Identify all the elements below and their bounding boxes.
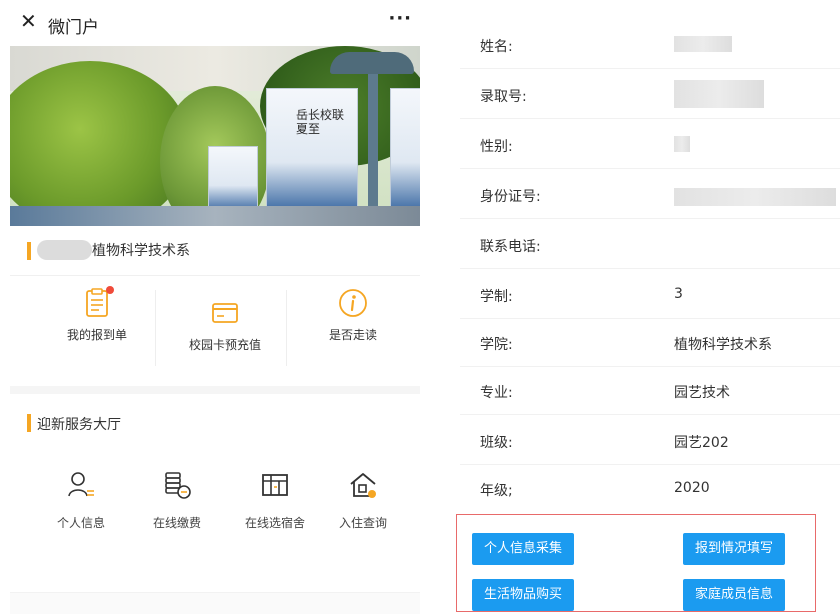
student-info-panel: 姓名: 录取号: 性别: 身份证号: 联系电话: 学制: 3 学院: 植物科学技… <box>456 0 840 614</box>
banner-carousel[interactable]: 岳长校联 夏至 <box>10 46 420 226</box>
info-row-name: 姓名: <box>460 20 840 69</box>
lamp-pole <box>368 66 378 226</box>
service-hall-grid: 个人信息 在线缴费 在线选宿舍 入住查询 <box>10 470 420 560</box>
info-row-gender: 性别: <box>460 120 840 169</box>
divider <box>155 290 156 366</box>
banner-flag-text: 岳长校联 夏至 <box>296 108 345 136</box>
section-gap <box>10 386 420 394</box>
clipboard-icon <box>80 286 114 320</box>
info-row-duration: 学制: 3 <box>460 270 840 319</box>
service-item-label: 个人信息 <box>56 516 105 530</box>
info-row-phone: 联系电话: <box>460 220 840 269</box>
lamp-head <box>330 52 414 74</box>
field-value: 2020 <box>674 480 710 496</box>
redacted-value <box>674 136 690 152</box>
info-row-class: 班级: 园艺202 <box>460 416 840 465</box>
bottom-strip <box>10 592 420 614</box>
family-members-info-button[interactable]: 家庭成员信息 <box>683 579 786 611</box>
info-row-id-number: 身份证号: <box>460 170 840 219</box>
quick-item-card-topup[interactable]: 校园卡预充值 <box>165 296 285 353</box>
quick-actions: 我的报到单 校园卡预充值 是否走读 <box>10 276 420 386</box>
quick-item-registration-form[interactable]: 我的报到单 <box>37 286 157 343</box>
divider <box>286 290 287 366</box>
banner-flag <box>390 88 420 212</box>
close-icon[interactable]: ✕ <box>20 11 37 31</box>
redacted-school-name <box>37 240 92 260</box>
info-row-grade: 年级; 2020 <box>460 464 840 513</box>
field-value: 园艺202 <box>674 435 729 451</box>
field-label: 年级; <box>480 483 513 499</box>
service-item-dorm-select[interactable]: 在线选宿舍 <box>232 470 318 531</box>
service-item-online-payment[interactable]: 在线缴费 <box>134 470 220 531</box>
service-item-label: 入住查询 <box>338 516 387 530</box>
banner-flag <box>208 146 258 212</box>
service-item-label: 在线缴费 <box>152 516 201 530</box>
info-row-college: 学院: 植物科学技术系 <box>460 318 840 367</box>
service-item-personal-info[interactable]: 个人信息 <box>38 470 124 531</box>
field-label: 身份证号: <box>480 189 541 205</box>
banner-flag <box>266 88 358 212</box>
card-icon <box>208 296 242 330</box>
service-hall-title: 迎新服务大厅 <box>37 417 121 433</box>
field-value: 园艺技术 <box>674 385 730 401</box>
quick-item-label: 是否走读 <box>328 328 377 342</box>
field-label: 联系电话: <box>480 239 541 255</box>
field-label: 学院: <box>480 337 513 353</box>
quick-item-label: 校园卡预充值 <box>188 338 261 352</box>
field-value: 3 <box>674 286 683 302</box>
service-item-checkin-query[interactable]: 入住查询 <box>320 470 406 531</box>
bed-icon <box>260 470 290 500</box>
redacted-value <box>674 188 836 206</box>
buy-daily-goods-button[interactable]: 生活物品购买 <box>472 579 575 611</box>
quick-item-label: 我的报到单 <box>66 328 127 342</box>
field-label: 性别: <box>480 139 513 155</box>
quick-item-day-student[interactable]: 是否走读 <box>293 286 413 343</box>
more-menu-icon[interactable]: ··· <box>388 8 412 29</box>
portal-panel: ✕ 微门户 ··· 岳长校联 夏至 植物科学技术系 我的报到单 校园卡预充值 是… <box>10 0 420 614</box>
page-title: 微门户 <box>48 18 99 38</box>
field-label: 专业: <box>480 385 513 401</box>
redacted-value <box>674 80 764 108</box>
house-icon <box>348 470 378 500</box>
collect-personal-info-button[interactable]: 个人信息采集 <box>472 533 575 565</box>
department-name: 植物科学技术系 <box>92 243 190 259</box>
field-label: 学制: <box>480 289 513 305</box>
coins-icon <box>162 470 192 500</box>
field-label: 姓名: <box>480 39 513 55</box>
redacted-value <box>674 36 732 52</box>
action-buttons-panel: 个人信息采集 报到情况填写 生活物品购买 家庭成员信息 <box>456 514 816 612</box>
info-row-major: 专业: 园艺技术 <box>460 366 840 415</box>
section-accent-bar <box>27 242 31 260</box>
service-item-label: 在线选宿舍 <box>244 516 305 530</box>
top-bar: ✕ 微门户 ··· <box>10 0 420 46</box>
banner-ground <box>10 206 420 226</box>
field-label: 录取号: <box>480 89 527 105</box>
info-icon <box>336 286 370 320</box>
fill-registration-status-button[interactable]: 报到情况填写 <box>683 533 786 565</box>
user-icon <box>66 470 96 500</box>
field-value: 植物科学技术系 <box>674 337 772 353</box>
service-hall-header: 迎新服务大厅 <box>10 400 420 446</box>
info-row-admission-no: 录取号: <box>460 70 840 119</box>
department-row: 植物科学技术系 <box>10 226 420 276</box>
field-label: 班级: <box>480 435 513 451</box>
section-accent-bar <box>27 414 31 432</box>
